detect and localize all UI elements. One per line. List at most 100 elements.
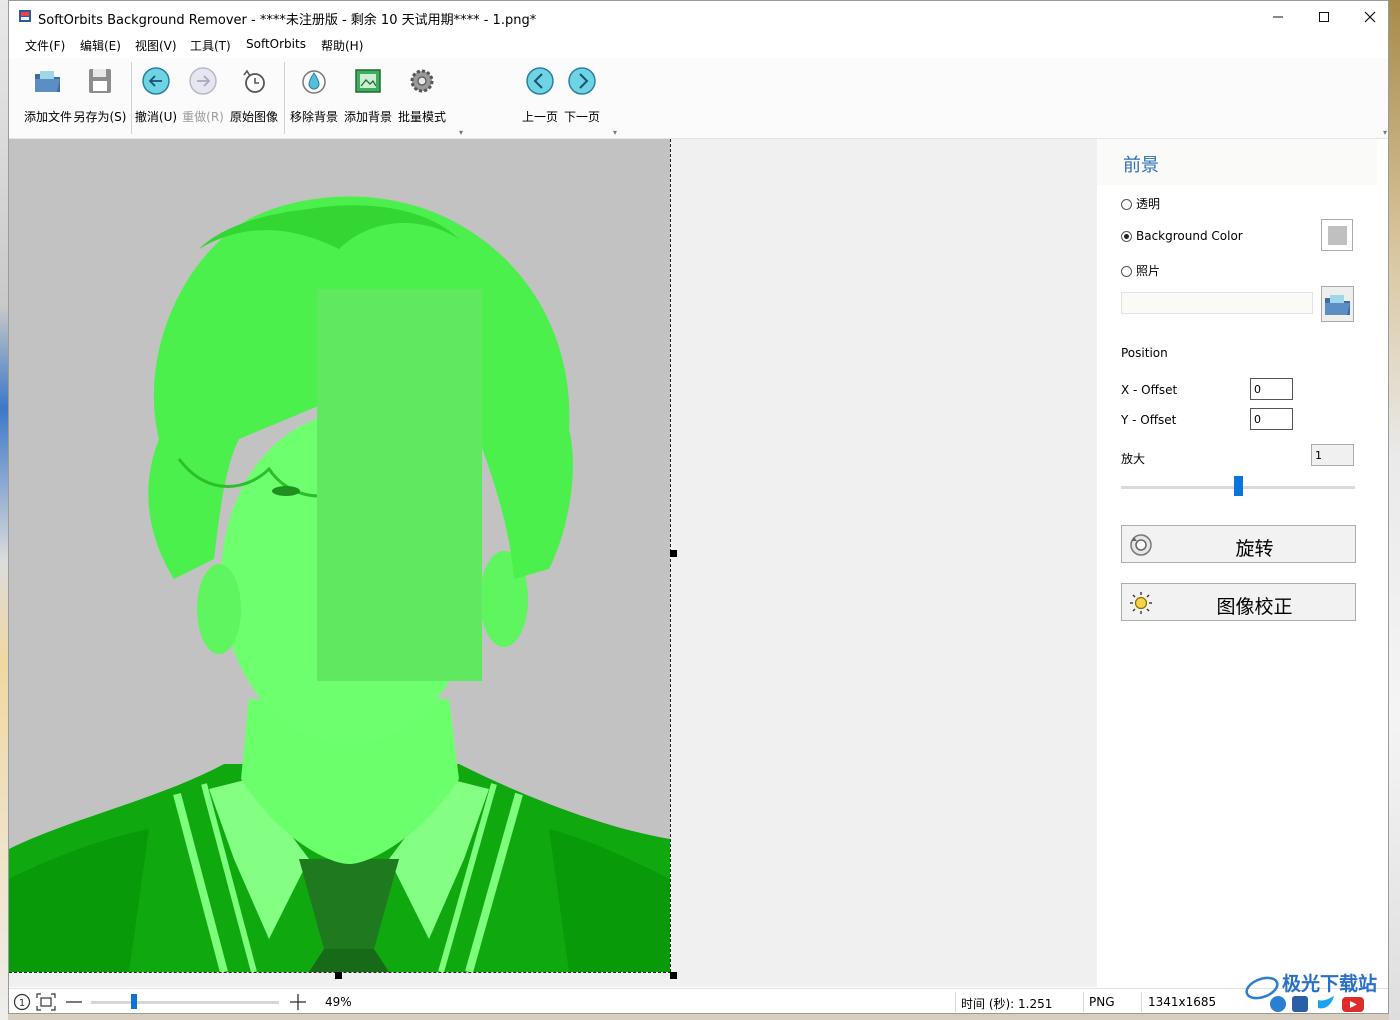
green-mask-portrait xyxy=(9,196,670,972)
original-image-label: 原始图像 xyxy=(229,110,278,124)
status-zoom-track[interactable] xyxy=(91,1001,279,1004)
picture-icon xyxy=(355,69,381,93)
remove-background-label: 移除背景 xyxy=(289,110,338,124)
resize-handle-bottom[interactable] xyxy=(335,972,342,979)
panel-title: 前景 xyxy=(1123,155,1159,176)
open-folder-icon xyxy=(1325,295,1350,315)
add-background-button[interactable]: 添加背景 xyxy=(341,62,395,130)
batch-mode-label: 批量模式 xyxy=(397,110,446,124)
actual-size-icon[interactable]: 1 xyxy=(13,993,31,1011)
browse-photo-button[interactable] xyxy=(1321,286,1354,322)
app-window: SoftOrbits Background Remover - ****未注册版… xyxy=(8,0,1389,1014)
zoom-in-icon[interactable] xyxy=(289,993,307,1011)
next-page-button[interactable]: 下一页 xyxy=(559,62,605,130)
fit-to-window-icon[interactable] xyxy=(36,993,56,1011)
color-swatch-fill xyxy=(1328,226,1347,245)
undo-button[interactable]: 撤消(U) xyxy=(133,62,179,130)
watermark-logo: 极光下载站 xyxy=(1240,968,1390,1016)
menu-view[interactable]: 视图(V) xyxy=(135,37,177,54)
undo-label: 撤消(U) xyxy=(134,110,178,124)
save-as-label: 另存为(S) xyxy=(73,110,127,124)
title-bar[interactable]: SoftOrbits Background Remover - ****未注册版… xyxy=(9,1,1388,32)
maximize-button[interactable] xyxy=(1301,1,1347,32)
image-canvas[interactable] xyxy=(9,139,1097,987)
watermark-text: 极光下载站 xyxy=(1282,972,1377,995)
app-logo-icon xyxy=(19,10,31,22)
chevron-right-circle-icon xyxy=(568,67,596,95)
resize-handle-corner[interactable] xyxy=(670,972,677,979)
zoom-percent: 49% xyxy=(325,995,352,1009)
window-title: SoftOrbits Background Remover - ****未注册版… xyxy=(38,13,537,28)
toolbar-separator xyxy=(284,62,285,134)
menu-file[interactable]: 文件(F) xyxy=(25,37,65,54)
toolbar-separator xyxy=(131,62,132,134)
redo-button[interactable]: 重做(R) xyxy=(180,62,226,130)
panel-header: 前景 xyxy=(1097,139,1377,185)
add-file-button[interactable]: 添加文件 xyxy=(17,62,79,130)
history-clock-icon xyxy=(243,69,265,93)
menu-bar: 文件(F) 编辑(E) 视图(V) 工具(T) SoftOrbits 帮助(H) xyxy=(9,33,1388,57)
drop-icon xyxy=(302,70,326,94)
chevron-left-circle-icon xyxy=(526,67,554,95)
toolbar-overflow-icon[interactable]: ▾ xyxy=(1383,128,1387,137)
radio-button-icon xyxy=(1121,266,1132,277)
photo-path-field[interactable] xyxy=(1121,292,1313,314)
original-image-button[interactable]: 原始图像 xyxy=(227,62,281,130)
status-separator xyxy=(1141,992,1142,1012)
photo-label: 照片 xyxy=(1136,264,1161,278)
zoom-slider-thumb[interactable] xyxy=(1233,476,1243,496)
batch-mode-button[interactable]: 批量模式 xyxy=(395,62,449,130)
menu-help[interactable]: 帮助(H) xyxy=(321,37,363,54)
sun-icon xyxy=(1130,592,1152,614)
status-bar: 1 49% 时间 (秒): 1.251 PNG 1341x1685 xyxy=(9,988,1388,1013)
radio-button-icon xyxy=(1121,199,1132,210)
save-as-button[interactable]: 另存为(S) xyxy=(71,62,129,130)
processing-time: 时间 (秒): 1.251 xyxy=(961,997,1053,1011)
background-color-picker[interactable] xyxy=(1321,219,1353,251)
zoom-value-field[interactable] xyxy=(1311,444,1354,466)
arrow-right-circle-icon xyxy=(189,67,217,95)
maximize-icon xyxy=(1319,11,1329,22)
svg-text:1: 1 xyxy=(19,998,25,1009)
watermark-graphic: 极光下载站 xyxy=(1245,972,1377,1012)
remove-background-button[interactable]: 移除背景 xyxy=(287,62,341,130)
arrow-left-circle-icon xyxy=(142,67,170,95)
rotate-label: 旋转 xyxy=(1235,538,1274,560)
transparent-radio[interactable]: 透明 xyxy=(1121,195,1160,212)
background-color-label: Background Color xyxy=(1136,229,1243,243)
photo-radio[interactable]: 照片 xyxy=(1121,262,1160,279)
previous-page-button[interactable]: 上一页 xyxy=(517,62,563,130)
rotate-button[interactable]: 旋转 xyxy=(1121,525,1356,563)
image-format: PNG xyxy=(1089,995,1115,1009)
x-offset-label: X - Offset xyxy=(1121,383,1178,397)
y-offset-input[interactable] xyxy=(1250,408,1293,430)
radio-button-checked-icon xyxy=(1121,231,1132,242)
menu-tools[interactable]: 工具(T) xyxy=(190,37,231,54)
toolbar-overflow-icon[interactable]: ▾ xyxy=(613,128,617,137)
resize-handle-right[interactable] xyxy=(670,550,677,557)
status-separator xyxy=(1083,992,1084,1012)
transparent-label: 透明 xyxy=(1136,197,1161,211)
status-zoom-thumb[interactable] xyxy=(131,994,138,1009)
minimize-icon xyxy=(1273,16,1283,17)
menu-edit[interactable]: 编辑(E) xyxy=(80,37,121,54)
image-preview[interactable] xyxy=(9,139,670,972)
zoom-label: 放大 xyxy=(1121,452,1146,466)
y-offset-label: Y - Offset xyxy=(1121,413,1177,427)
toolbar: 添加文件 另存为(S) 撤消(U) 重做(R) 原始图像 移除背景 添加背景 批… xyxy=(9,58,1388,139)
foreground-panel: 前景 透明 Background Color 照片 Position X - O… xyxy=(1097,139,1388,987)
menu-softorbits[interactable]: SoftOrbits xyxy=(246,37,306,51)
close-button[interactable] xyxy=(1347,1,1388,32)
minimize-button[interactable] xyxy=(1255,1,1301,32)
background-color-radio[interactable]: Background Color xyxy=(1121,229,1243,243)
desktop-background-right xyxy=(1389,0,1400,1020)
next-page-label: 下一页 xyxy=(563,110,600,124)
gear-icon xyxy=(410,69,434,93)
x-offset-input[interactable] xyxy=(1250,378,1293,400)
toolbar-overflow-icon[interactable]: ▾ xyxy=(459,128,463,137)
position-label: Position xyxy=(1121,346,1168,360)
zoom-out-icon[interactable] xyxy=(65,995,83,1009)
add-background-label: 添加背景 xyxy=(343,110,392,124)
image-correction-button[interactable]: 图像校正 xyxy=(1121,583,1356,621)
close-icon xyxy=(1364,11,1376,22)
